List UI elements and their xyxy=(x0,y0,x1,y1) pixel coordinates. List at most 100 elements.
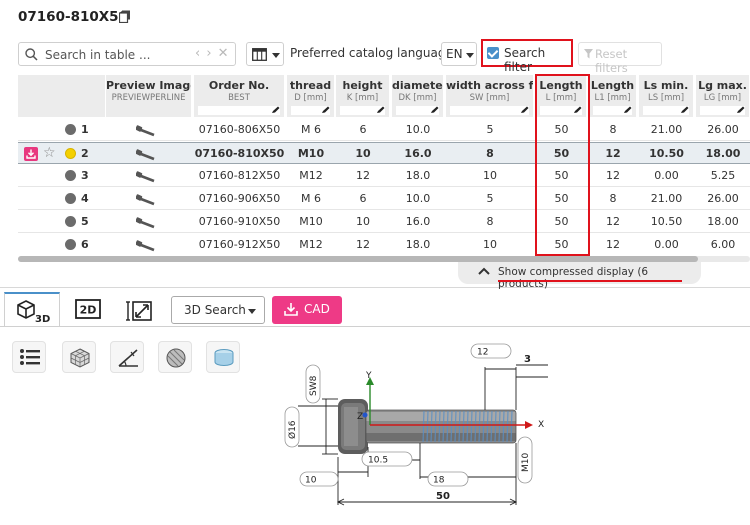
column-filter-field[interactable] xyxy=(198,106,280,115)
search-icon xyxy=(25,48,38,61)
table-row[interactable]: 1 07160-806X50 M 6 6 10.0 5 50 8 21.00 26.00 xyxy=(18,119,750,141)
language-value: EN xyxy=(446,47,463,61)
star-icon[interactable]: ☆ xyxy=(43,144,56,162)
column-chooser-button[interactable] xyxy=(246,42,284,66)
cad-viewer[interactable]: Y X Z SW8 Ø16 12 3 10 10.5 18 M10 50 xyxy=(0,326,750,525)
tab-3d[interactable]: 3D xyxy=(4,292,60,326)
download-icon[interactable] xyxy=(24,147,38,161)
cell-height: 6 xyxy=(359,192,367,205)
search-3d-label: 3D Search xyxy=(184,303,246,317)
tab-2d[interactable]: 2D xyxy=(66,292,110,326)
search-box: ‹ › ✕ xyxy=(18,42,236,66)
product-table: Preview Image PREVIEWPERLINE Order No. BEST… xyxy=(18,75,750,255)
table-row[interactable]: 3 07160-812X50 M12 12 18.0 10 50 12 0.00 5.25 xyxy=(18,165,750,187)
column-subtitle: PREVIEWPERLINE xyxy=(111,93,186,103)
resize-dimensions-icon xyxy=(126,301,152,321)
column-header-diameter[interactable]: diameter DK [mm] xyxy=(392,75,444,117)
copy-icon[interactable] xyxy=(119,10,131,23)
download-icon xyxy=(284,303,298,316)
preview-cell[interactable] xyxy=(106,188,192,210)
dim-lg-label: 18 xyxy=(433,476,445,486)
language-label: Preferred catalog language xyxy=(290,46,453,60)
column-header-order-no[interactable]: Order No. BEST xyxy=(194,75,285,117)
column-subtitle: BEST xyxy=(228,93,250,103)
pencil-icon[interactable] xyxy=(623,106,633,114)
bolt-geometry xyxy=(338,399,517,454)
column-header-width-across-flats[interactable]: width across fl...SW [mm] xyxy=(446,75,534,117)
screw-thumbnail-icon xyxy=(136,171,155,183)
search-filter-toggle[interactable]: Search filter xyxy=(481,39,573,74)
pencil-icon[interactable] xyxy=(430,106,440,114)
table-columns-icon xyxy=(252,48,267,61)
column-subtitle: LG [mm] xyxy=(703,93,742,103)
cell-diameter: 10.0 xyxy=(405,123,431,136)
cell-length-l1: 8 xyxy=(609,123,617,136)
table-row[interactable]: ☆ 2 07160-810X50 M10 10 16.0 8 50 12 10.50 18.00 xyxy=(18,142,750,164)
cell-length-l1: 12 xyxy=(606,238,620,251)
tab-2d-label: 2D xyxy=(80,304,97,317)
cell-height: 10 xyxy=(356,215,370,228)
cad-label: CAD xyxy=(304,302,330,316)
cell-lg-max: 6.00 xyxy=(710,238,736,251)
cell-length-l1: 12 xyxy=(606,169,620,182)
preview-cell[interactable] xyxy=(106,234,192,255)
cell-lg-max: 18.00 xyxy=(705,147,741,160)
header-corner xyxy=(18,75,106,117)
column-header-thread[interactable]: thread D [mm] xyxy=(287,75,335,117)
axis-x-label: X xyxy=(538,420,544,430)
preview-cell[interactable] xyxy=(106,119,192,141)
column-header-preview[interactable]: Preview Image PREVIEWPERLINE xyxy=(106,75,192,117)
pencil-icon[interactable] xyxy=(736,106,746,114)
search-nav-arrows[interactable]: ‹ › ✕ xyxy=(195,46,230,61)
axis-z-label: Z xyxy=(357,412,363,422)
language-select[interactable]: EN xyxy=(441,42,477,66)
dim-3-label: 3 xyxy=(524,354,531,365)
reset-filters-label: Reset filters xyxy=(595,47,628,75)
cell-height: 10 xyxy=(355,147,371,160)
column-header-lg-max[interactable]: Lg max. LG [mm] xyxy=(696,75,750,117)
column-header-ls-min[interactable]: Ls min. LS [mm] xyxy=(639,75,694,117)
cell-diameter: 18.0 xyxy=(405,169,431,182)
preview-cell[interactable] xyxy=(106,211,192,233)
cell-thread: M10 xyxy=(297,147,325,160)
cell-width-across-flats: 5 xyxy=(486,123,494,136)
axis-y-label: Y xyxy=(365,371,372,381)
column-title: Length xyxy=(590,79,635,92)
table-toolbar: ‹ › ✕ Preferred catalog language EN Sear… xyxy=(18,39,748,75)
search-filter-checkbox[interactable] xyxy=(487,47,499,59)
cell-width-across-flats: 8 xyxy=(486,215,494,228)
dim-l-label: 50 xyxy=(436,491,450,502)
chevron-down-icon xyxy=(248,309,256,314)
table-row[interactable]: 6 07160-912X50 M12 12 18.0 10 50 12 0.00 6.00 xyxy=(18,234,750,255)
column-header-height[interactable]: height K [mm] xyxy=(336,75,390,117)
column-filter-field[interactable] xyxy=(450,106,529,115)
column-header-length-l1[interactable]: Length L1 [mm] xyxy=(589,75,637,117)
search-filter-label: Search filter xyxy=(504,46,546,74)
table-row[interactable]: 4 07160-906X50 M 6 6 10.0 5 50 8 21.00 26.00 xyxy=(18,188,750,210)
preview-cell[interactable] xyxy=(106,165,192,187)
cad-download-button[interactable]: CAD xyxy=(272,296,342,324)
cell-length-l1: 12 xyxy=(606,215,620,228)
pencil-icon[interactable] xyxy=(376,106,386,114)
reset-filters-button[interactable]: Reset filters xyxy=(578,42,662,75)
tab-dimensions[interactable] xyxy=(118,292,162,326)
search-input[interactable] xyxy=(45,46,185,63)
chevron-down-icon xyxy=(466,53,474,58)
cell-diameter: 16.0 xyxy=(405,215,431,228)
search-3d-dropdown[interactable]: 3D Search xyxy=(171,296,265,324)
row-number: 1 xyxy=(81,123,89,136)
row-status-dot xyxy=(65,170,76,181)
cell-width-across-flats: 10 xyxy=(483,169,497,182)
table-row[interactable]: 5 07160-910X50 M10 10 16.0 8 50 12 10.50 18.00 xyxy=(18,211,750,233)
pencil-icon[interactable] xyxy=(321,106,331,114)
cell-length-l1: 12 xyxy=(605,147,621,160)
cell-length-l1: 8 xyxy=(609,192,617,205)
cell-thread: M10 xyxy=(299,215,323,228)
pencil-icon[interactable] xyxy=(520,106,530,114)
pencil-icon[interactable] xyxy=(271,106,281,114)
column-subtitle: DK [mm] xyxy=(398,93,437,103)
preview-cell[interactable] xyxy=(106,143,192,165)
pencil-icon[interactable] xyxy=(680,106,690,114)
row-status-dot xyxy=(65,239,76,250)
chevron-up-icon xyxy=(478,267,490,275)
